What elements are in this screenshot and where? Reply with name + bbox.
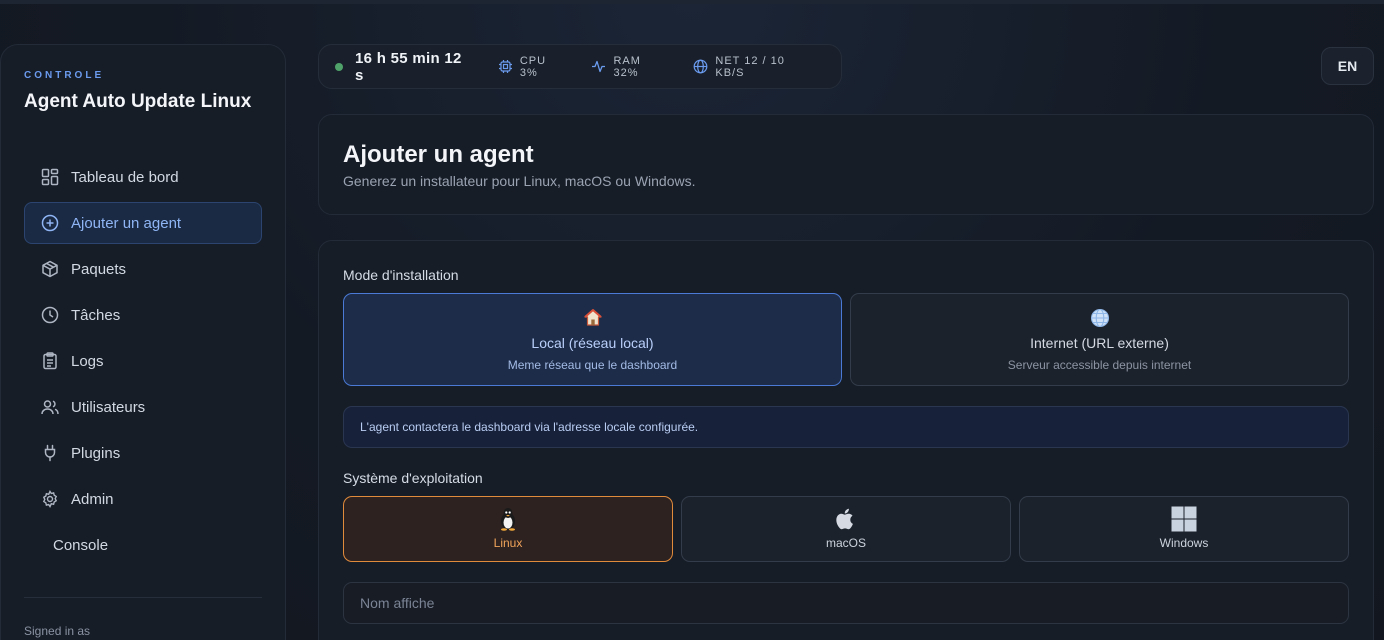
mode-info-message: L'agent contactera le dashboard via l'ad… <box>343 406 1349 448</box>
gear-icon <box>41 490 59 508</box>
app-title: Agent Auto Update Linux <box>24 91 252 112</box>
os-windows-label: Windows <box>1159 536 1209 550</box>
sidebar-item-label: Admin <box>71 490 114 508</box>
clipboard-icon <box>41 352 59 370</box>
activity-icon <box>591 59 606 74</box>
globe-icon <box>693 59 708 74</box>
cpu-metric: CPU 3% <box>498 55 568 79</box>
sidebar-item-label: Logs <box>71 352 104 370</box>
plus-circle-icon <box>41 214 59 232</box>
sidebar-item-logs[interactable]: Logs <box>24 340 262 382</box>
sidebar: CONTROLE Agent Auto Update Linux Tableau… <box>0 44 286 640</box>
sidebar-item-label: Console <box>53 536 109 554</box>
net-metric: NET 12 / 10 KB/S <box>693 55 817 79</box>
language-toggle-button[interactable]: EN <box>1321 47 1374 85</box>
uptime-value: 16 h 55 min 12 s <box>354 49 462 84</box>
apple-icon <box>833 506 859 532</box>
ram-metric: RAM 32% <box>591 55 669 79</box>
mode-internet-button[interactable]: Internet (URL externe) Serveur accessibl… <box>850 293 1349 386</box>
sidebar-item-plugins[interactable]: Plugins <box>24 432 262 474</box>
system-status-bar: 16 h 55 min 12 s CPU 3% RAM 32% NET 12 /… <box>318 44 842 89</box>
install-mode-label: Mode d'installation <box>343 267 459 283</box>
os-macos-label: macOS <box>825 536 866 550</box>
cpu-value: CPU 3% <box>519 54 547 79</box>
sidebar-item-label: Plugins <box>71 444 121 462</box>
sidebar-item-dashboard[interactable]: Tableau de bord <box>24 156 262 198</box>
package-icon <box>41 260 59 278</box>
ram-value: RAM 32% <box>613 54 641 79</box>
os-windows-button[interactable]: Windows <box>1019 496 1349 562</box>
mode-local-title: Local (réseau local) <box>531 335 654 351</box>
globe-icon <box>1090 308 1110 330</box>
sidebar-nav: Tableau de bord Ajouter un agent Paquets… <box>24 156 262 570</box>
dashboard-icon <box>41 168 59 186</box>
page-subtitle: Generez un installateur pour Linux, macO… <box>343 173 696 189</box>
sidebar-item-users[interactable]: Utilisateurs <box>24 386 262 428</box>
mode-internet-subtitle: Serveur accessible depuis internet <box>1007 358 1192 372</box>
sidebar-item-label: Tableau de bord <box>71 168 179 186</box>
sidebar-item-admin[interactable]: Admin <box>24 478 262 520</box>
sidebar-item-label: Utilisateurs <box>71 398 146 416</box>
clock-icon <box>41 306 59 324</box>
brand-kicker: CONTROLE <box>24 70 105 81</box>
os-linux-button[interactable]: Linux <box>343 496 673 562</box>
os-linux-label: Linux <box>493 536 523 550</box>
os-label: Système d'exploitation <box>343 470 483 486</box>
add-agent-form: Mode d'installation Local (réseau local)… <box>318 240 1374 640</box>
cpu-icon <box>498 59 513 74</box>
top-edge <box>0 0 1384 4</box>
signed-in-label: Signed in as <box>24 624 91 638</box>
mode-internet-title: Internet (URL externe) <box>1030 335 1169 351</box>
sidebar-item-label: Paquets <box>71 260 127 278</box>
mode-local-subtitle: Meme réseau que le dashboard <box>507 358 678 372</box>
sidebar-item-tasks[interactable]: Tâches <box>24 294 262 336</box>
sidebar-item-label: Ajouter un agent <box>71 214 182 232</box>
page-header-card: Ajouter un agent Generez un installateur… <box>318 114 1374 215</box>
plug-icon <box>41 444 59 462</box>
mode-local-button[interactable]: Local (réseau local) Meme réseau que le … <box>343 293 842 386</box>
penguin-icon <box>495 506 521 532</box>
sidebar-item-add-agent[interactable]: Ajouter un agent <box>24 202 262 244</box>
net-value: NET 12 / 10 KB/S <box>715 54 785 79</box>
sidebar-divider <box>24 597 262 598</box>
os-macos-button[interactable]: macOS <box>681 496 1011 562</box>
sidebar-item-label: Tâches <box>71 306 121 324</box>
page-title: Ajouter un agent <box>343 141 534 168</box>
house-icon <box>583 308 603 330</box>
windows-icon <box>1171 506 1197 532</box>
sidebar-item-packages[interactable]: Paquets <box>24 248 262 290</box>
sidebar-item-console[interactable]: Console <box>24 524 262 566</box>
display-name-input[interactable] <box>343 582 1349 624</box>
online-status-dot <box>335 62 343 71</box>
users-icon <box>41 398 59 416</box>
